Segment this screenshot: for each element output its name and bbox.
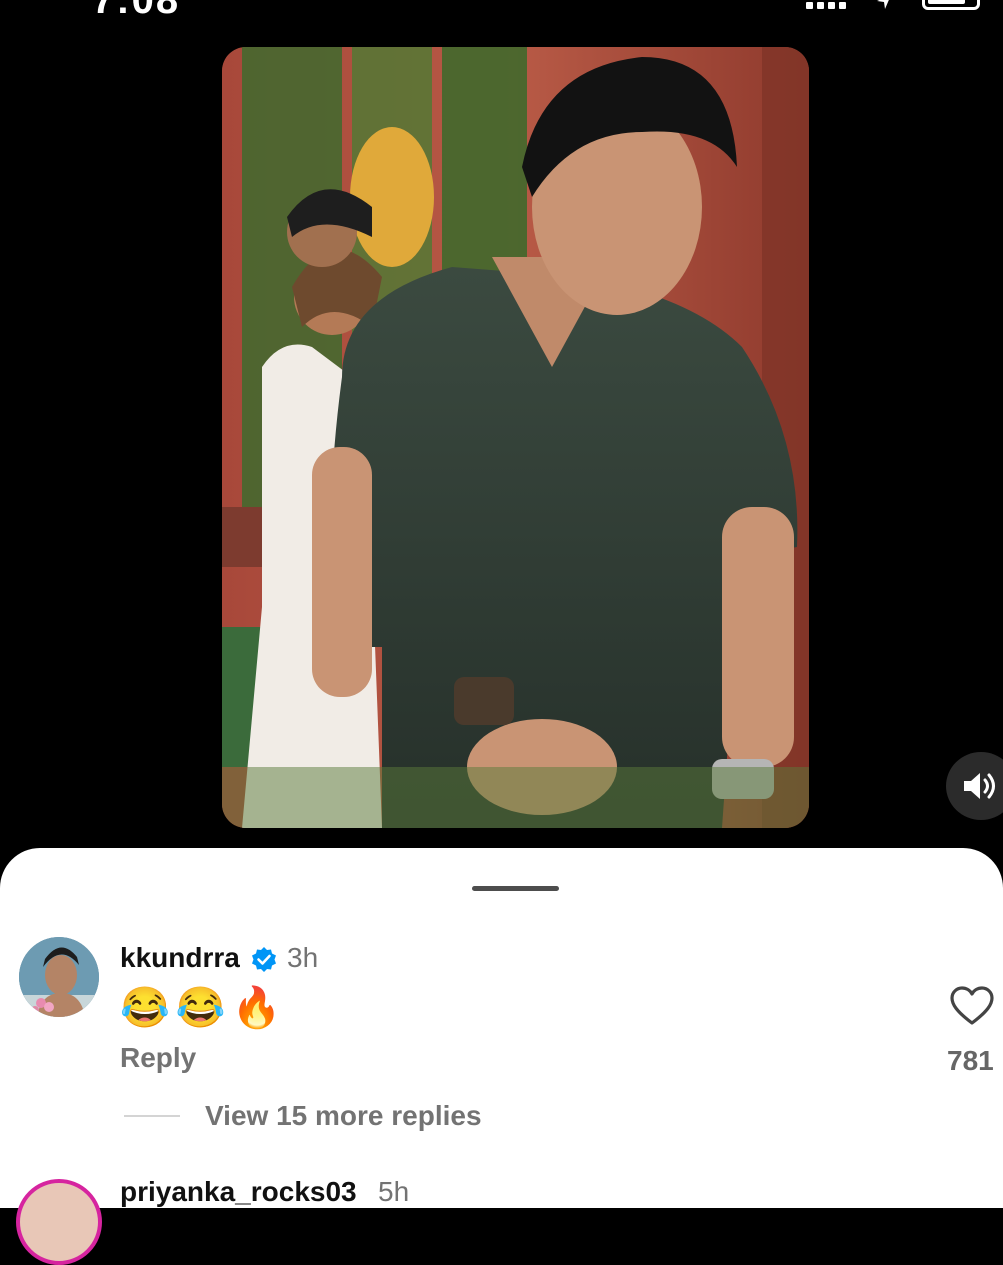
view-more-replies-button[interactable]: View 15 more replies <box>205 1100 482 1132</box>
reel-video[interactable] <box>222 47 809 828</box>
heart-icon[interactable] <box>950 986 994 1026</box>
signal-icon <box>806 0 848 12</box>
comment-timestamp: 3h <box>287 942 319 973</box>
status-bar: 7:08 <box>0 0 1003 40</box>
status-time: 7:08 <box>92 0 181 22</box>
comment-timestamp: 5h <box>378 1176 410 1207</box>
laughing-emoji: 😂 <box>120 986 170 1030</box>
avatar[interactable] <box>16 1179 102 1265</box>
comment-username[interactable]: kkundrra <box>120 942 240 974</box>
laughing-emoji: 😂 <box>175 986 226 1030</box>
comments-sheet: kkundrra 3h 😂 😂 🔥 Reply 781 View 15 more r… <box>0 848 1003 1265</box>
reply-button[interactable]: Reply <box>120 1042 196 1074</box>
comment-username[interactable]: priyanka_rocks03 <box>120 1176 357 1208</box>
verified-icon <box>252 947 276 972</box>
avatar-image <box>19 937 99 1017</box>
avatar[interactable] <box>19 937 99 1017</box>
comment-text: 😂 😂 🔥 <box>120 984 287 1031</box>
sound-toggle-button[interactable] <box>946 752 1003 820</box>
fire-emoji: 🔥 <box>231 986 282 1030</box>
sheet-grab-handle[interactable] <box>472 886 559 891</box>
replies-divider <box>124 1115 180 1117</box>
battery-icon <box>922 0 980 10</box>
like-count: 781 <box>947 1045 994 1076</box>
speaker-icon <box>964 773 995 799</box>
location-icon <box>877 0 889 9</box>
video-frame-image <box>222 47 809 828</box>
